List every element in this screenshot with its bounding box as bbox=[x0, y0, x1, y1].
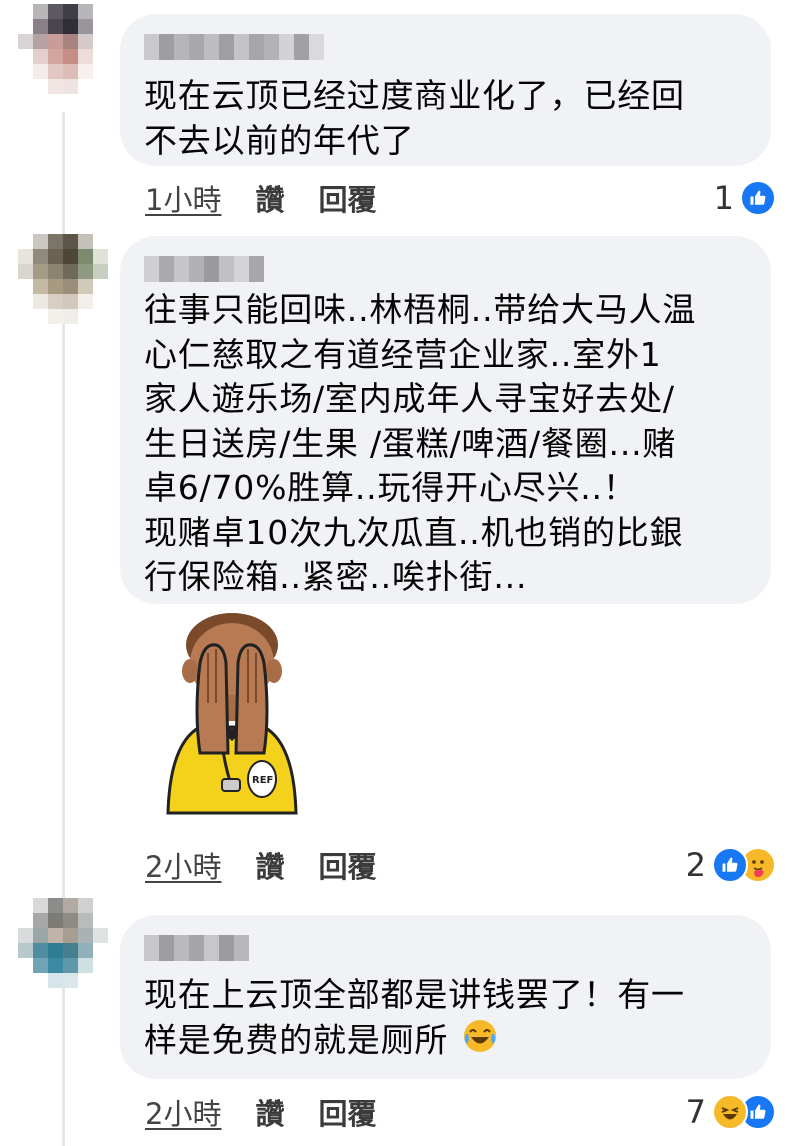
reaction-count: 2 bbox=[685, 846, 706, 884]
reply-button[interactable]: 回覆 bbox=[318, 844, 376, 886]
reaction-summary[interactable]: 1 bbox=[714, 176, 776, 220]
comment-actions: 2小時 讚 回覆 bbox=[145, 1092, 376, 1132]
timestamp-link[interactable]: 2小時 bbox=[145, 844, 221, 886]
like-button[interactable]: 讚 bbox=[255, 177, 284, 219]
avatar[interactable] bbox=[18, 898, 108, 988]
comment-bubble: 往事只能回味..林梧桐..带给大马人温 心仁慈取之有道经营企业家..室外1 家人… bbox=[120, 236, 771, 604]
avatar[interactable] bbox=[18, 4, 108, 94]
referee-facepalm-sticker[interactable]: REF bbox=[160, 603, 310, 833]
reaction-summary[interactable]: 7 bbox=[686, 1090, 776, 1134]
comment-actions: 1小時 讚 回覆 bbox=[145, 178, 376, 218]
like-icon bbox=[712, 847, 748, 883]
like-button[interactable]: 讚 bbox=[255, 844, 284, 886]
blurred-author-name[interactable] bbox=[144, 256, 264, 282]
like-icon bbox=[740, 180, 776, 216]
comment-bubble: 现在上云顶全部都是讲钱罢了！有一 样是免费的就是厕所 bbox=[120, 915, 771, 1079]
reaction-count: 1 bbox=[713, 179, 734, 217]
reaction-summary[interactable]: 2 bbox=[686, 843, 776, 887]
blurred-author-name[interactable] bbox=[144, 34, 324, 60]
reply-button[interactable]: 回覆 bbox=[318, 177, 376, 219]
comment-text-content: 现在上云顶全部都是讲钱罢了！有一 样是免费的就是厕所 bbox=[144, 975, 685, 1059]
avatar[interactable] bbox=[18, 234, 108, 324]
like-button[interactable]: 讚 bbox=[255, 1091, 284, 1133]
haha-icon bbox=[712, 1094, 748, 1130]
comment-actions: 2小時 讚 回覆 bbox=[145, 845, 376, 885]
timestamp-link[interactable]: 1小時 bbox=[145, 177, 221, 219]
comment-text: 现在云顶已经过度商业化了，已经回 不去以前的年代了 bbox=[144, 76, 685, 160]
reaction-count: 7 bbox=[685, 1093, 706, 1131]
reply-button[interactable]: 回覆 bbox=[318, 1091, 376, 1133]
blurred-author-name[interactable] bbox=[144, 935, 249, 961]
tears-of-joy-icon bbox=[462, 1018, 498, 1066]
comment-bubble: 现在云顶已经过度商业化了，已经回 不去以前的年代了 bbox=[120, 14, 771, 166]
sticker-badge-text: REF bbox=[252, 775, 273, 786]
timestamp-link[interactable]: 2小時 bbox=[145, 1091, 221, 1133]
comment-text: 现在上云顶全部都是讲钱罢了！有一 样是免费的就是厕所 bbox=[144, 973, 751, 1065]
comment-text: 往事只能回味..林梧桐..带给大马人温 心仁慈取之有道经营企业家..室外1 家人… bbox=[144, 290, 697, 596]
